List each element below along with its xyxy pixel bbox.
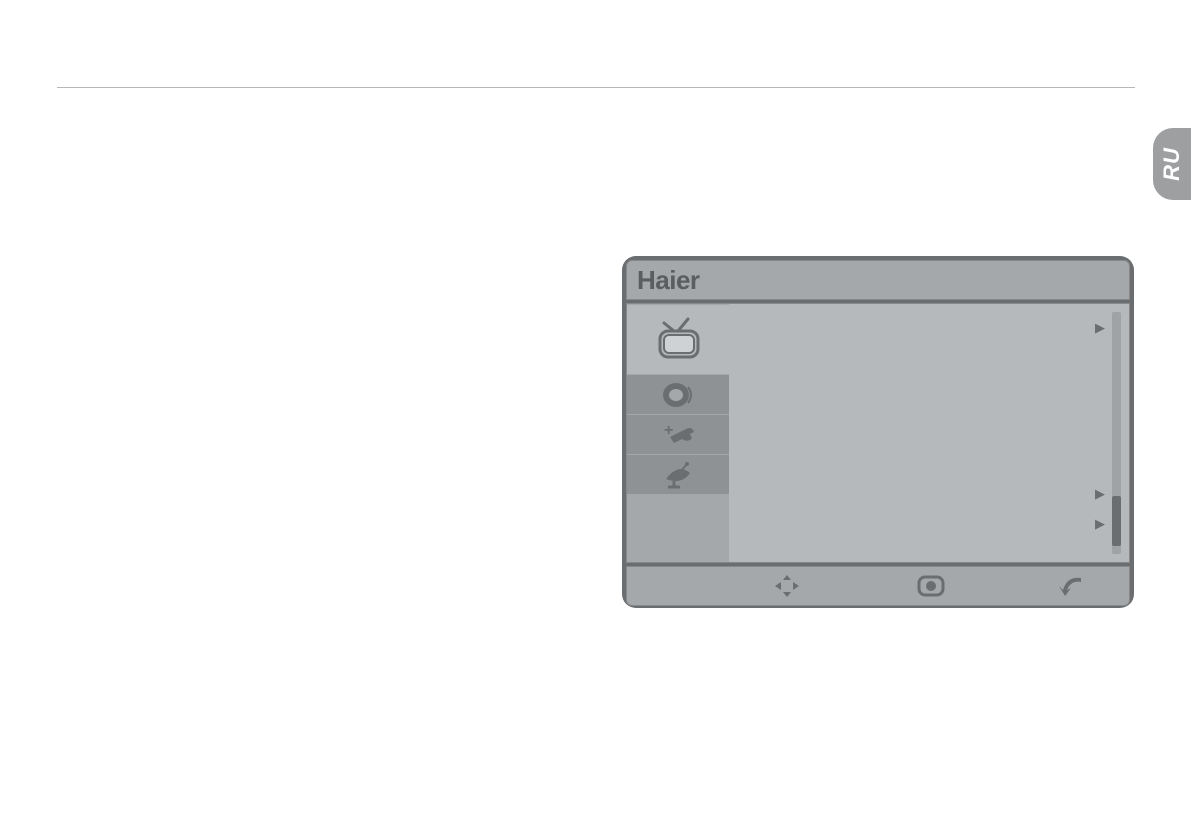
enter-icon [915, 573, 947, 599]
submenu-arrow-icon[interactable]: ▶ [1095, 486, 1105, 502]
submenu-arrow-icon[interactable]: ▶ [1095, 320, 1105, 336]
tv-icon [650, 315, 706, 365]
language-tab: RU [1153, 128, 1191, 200]
osd-footer [626, 566, 1130, 606]
divider-line [57, 87, 1135, 88]
osd-title-bar: Haier [626, 260, 1130, 300]
back-icon [1057, 574, 1087, 598]
osd-body: + ▶ ▶ ▶ [626, 303, 1130, 563]
speaker-icon [658, 379, 698, 411]
satellite-icon [656, 459, 700, 491]
scrollbar-track[interactable] [1112, 312, 1121, 554]
sidebar-item-picture[interactable] [627, 304, 729, 374]
osd-sidebar: + [627, 304, 729, 562]
osd-content-panel: ▶ ▶ ▶ [729, 304, 1129, 562]
wrench-icon: + [656, 419, 700, 451]
sidebar-item-sound[interactable] [627, 374, 729, 414]
scrollbar-thumb[interactable] [1112, 496, 1121, 546]
move-icon [769, 572, 805, 600]
language-label: RU [1159, 147, 1185, 181]
sidebar-item-channel[interactable] [627, 454, 729, 494]
submenu-arrow-icon[interactable]: ▶ [1095, 516, 1105, 532]
sidebar-item-setup[interactable]: + [627, 414, 729, 454]
osd-brand: Haier [637, 265, 700, 296]
osd-window: Haier [622, 256, 1134, 608]
